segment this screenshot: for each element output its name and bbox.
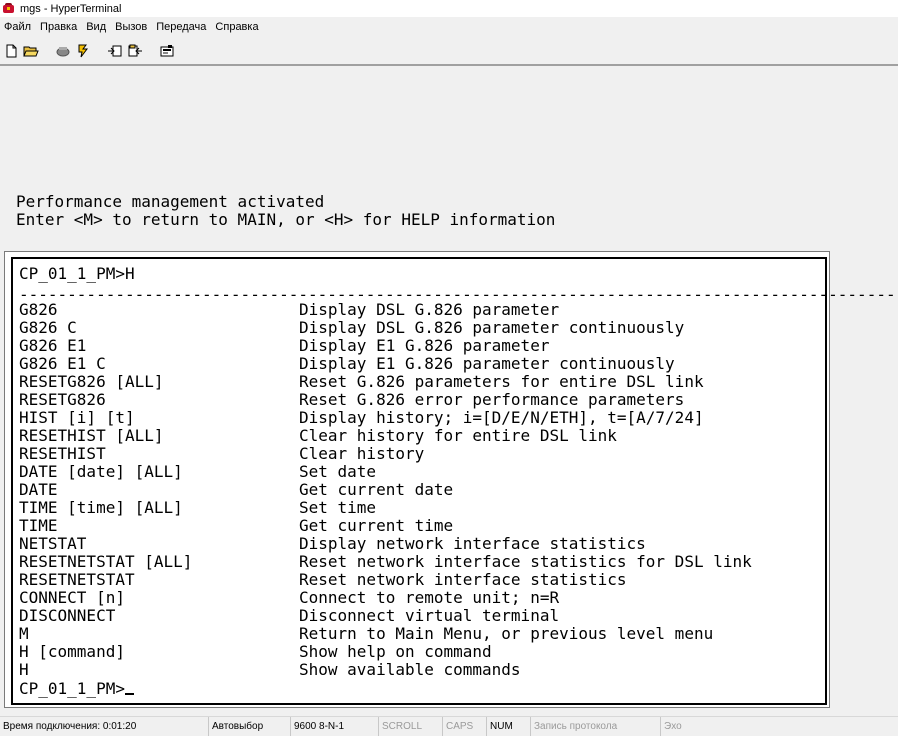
command-name: G826 E1 C xyxy=(19,354,106,373)
command-description: Return to Main Menu, or previous level m… xyxy=(299,624,714,643)
command-description: Reset G.826 error performance parameters xyxy=(299,390,685,409)
command-row: RESETG826 Reset G.826 error performance p… xyxy=(19,391,819,409)
command-name: HIST [i] [t] xyxy=(19,408,135,427)
toolbar xyxy=(0,37,898,66)
command-description: Clear history for entire DSL link xyxy=(299,426,617,445)
command-name: RESETNETSTAT xyxy=(19,570,135,589)
command-description: Set time xyxy=(299,498,377,517)
command-name: RESETNETSTAT [ALL] xyxy=(19,552,193,571)
command-row: G826 E1 Display E1 G.826 parameter xyxy=(19,337,819,355)
send-file-icon[interactable] xyxy=(106,42,124,60)
command-name: RESETHIST [ALL] xyxy=(19,426,164,445)
command-description: Set date xyxy=(299,462,377,481)
status-connection-time: Время подключения: 0:01:20 xyxy=(3,721,137,732)
status-params: 9600 8-N-1 xyxy=(290,717,378,736)
command-description: Reset network interface statistics for D… xyxy=(299,552,752,571)
title-bar: mgs - HyperTerminal xyxy=(0,0,898,17)
command-row: M Return to Main Menu, or previous level … xyxy=(19,625,819,643)
command-name: DATE xyxy=(19,480,58,499)
command-name: RESETG826 xyxy=(19,390,106,409)
current-prompt: CP_01_1_PM> xyxy=(19,679,125,698)
command-row: G826 C Display DSL G.826 parameter contin… xyxy=(19,319,819,337)
terminal-box[interactable]: CP_01_1_PM>H ---------------------------… xyxy=(11,257,898,705)
command-description: Display E1 G.826 parameter continuously xyxy=(299,354,675,373)
menu-view[interactable]: Вид xyxy=(82,21,111,33)
command-name: NETSTAT xyxy=(19,534,87,553)
command-name: DATE [date] [ALL] xyxy=(19,462,183,481)
command-row: H [command] Show help on command xyxy=(19,643,819,661)
hyperterminal-app-icon xyxy=(2,2,16,15)
call-icon[interactable] xyxy=(54,42,72,60)
command-description: Display network interface statistics xyxy=(299,534,646,553)
disconnect-icon[interactable] xyxy=(74,42,92,60)
command-row: HIST [i] [t] Display history; i=[D/E/N/ET… xyxy=(19,409,819,427)
command-row: DATE [date] [ALL] Set date xyxy=(19,463,819,481)
command-row: RESETHIST Clear history xyxy=(19,445,819,463)
command-name: RESETHIST xyxy=(19,444,106,463)
open-folder-icon[interactable] xyxy=(22,42,40,60)
status-detect: Автовыбор xyxy=(208,717,290,736)
command-name: M xyxy=(19,624,29,643)
terminal-line: Enter <M> to return to MAIN, or <H> for … xyxy=(16,210,556,229)
text-cursor xyxy=(124,679,134,695)
command-row: NETSTAT Display network interface statist… xyxy=(19,535,819,553)
command-name: RESETG826 [ALL] xyxy=(19,372,164,391)
terminal-window[interactable]: CP_01_1_PM>H ---------------------------… xyxy=(4,251,898,708)
command-description: Show help on command xyxy=(299,642,492,661)
command-name: G826 C xyxy=(19,318,77,337)
prompt-line: CP_01_1_PM>H xyxy=(19,264,135,283)
command-name: TIME xyxy=(19,516,58,535)
status-capture: Запись протокола xyxy=(530,717,660,736)
receive-file-icon[interactable] xyxy=(126,42,144,60)
terminal-line: Performance management activated xyxy=(16,192,325,211)
command-name: H xyxy=(19,660,29,679)
command-row: RESETG826 [ALL] Reset G.826 parameters fo… xyxy=(19,373,819,391)
menu-call[interactable]: Вызов xyxy=(111,21,152,33)
command-description: Display DSL G.826 parameter continuously xyxy=(299,318,685,337)
command-name: G826 xyxy=(19,300,58,319)
status-echo: Эхо xyxy=(660,717,898,736)
command-description: Show available commands xyxy=(299,660,521,679)
command-description: Display E1 G.826 parameter xyxy=(299,336,550,355)
menu-bar: Файл Правка Вид Вызов Передача Справка xyxy=(0,17,898,36)
properties-icon[interactable] xyxy=(158,42,176,60)
command-name: CONNECT [n] xyxy=(19,588,125,607)
command-row: RESETHIST [ALL] Clear history for entire … xyxy=(19,427,819,445)
command-description: Display history; i=[D/E/N/ETH], t=[A/7/2… xyxy=(299,408,704,427)
command-row: RESETNETSTAT Reset network interface stat… xyxy=(19,571,819,589)
command-name: TIME [time] [ALL] xyxy=(19,498,183,517)
menu-file[interactable]: Файл xyxy=(0,21,36,33)
command-description: Reset network interface statistics xyxy=(299,570,627,589)
command-description: Disconnect virtual terminal xyxy=(299,606,560,625)
status-scroll: SCROLL xyxy=(378,717,442,736)
command-description: Get current time xyxy=(299,516,454,535)
command-row: RESETNETSTAT [ALL] Reset network interfac… xyxy=(19,553,819,571)
status-bar: Время подключения: 0:01:20 Автовыбор 960… xyxy=(0,716,898,736)
command-description: Get current date xyxy=(299,480,454,499)
command-row: TIME Get current time xyxy=(19,517,819,535)
command-name: DISCONNECT xyxy=(19,606,116,625)
command-name: G826 E1 xyxy=(19,336,87,355)
command-name: H [command] xyxy=(19,642,125,661)
command-row: DATE Get current date xyxy=(19,481,819,499)
command-row: H Show available commands xyxy=(19,661,819,679)
window-title: mgs - HyperTerminal xyxy=(20,2,122,15)
command-description: Clear history xyxy=(299,444,425,463)
command-description: Reset G.826 parameters for entire DSL li… xyxy=(299,372,704,391)
menu-edit[interactable]: Правка xyxy=(36,21,82,33)
status-num: NUM xyxy=(486,717,530,736)
current-prompt-line: CP_01_1_PM> xyxy=(19,679,134,698)
status-caps: CAPS xyxy=(442,717,486,736)
command-row: G826 Display DSL G.826 parameter xyxy=(19,301,819,319)
command-description: Display DSL G.826 parameter xyxy=(299,300,560,319)
command-row: CONNECT [n] Connect to remote unit; n=R xyxy=(19,589,819,607)
terminal-scrollback: Performance management activated Enter <… xyxy=(0,66,898,251)
command-description: Connect to remote unit; n=R xyxy=(299,588,560,607)
new-file-icon[interactable] xyxy=(2,42,20,60)
menu-help[interactable]: Справка xyxy=(211,21,263,33)
command-row: G826 E1 C Display E1 G.826 parameter cont… xyxy=(19,355,819,373)
command-row: TIME [time] [ALL] Set time xyxy=(19,499,819,517)
menu-transfer[interactable]: Передача xyxy=(152,21,211,33)
command-row: DISCONNECT Disconnect virtual terminal xyxy=(19,607,819,625)
